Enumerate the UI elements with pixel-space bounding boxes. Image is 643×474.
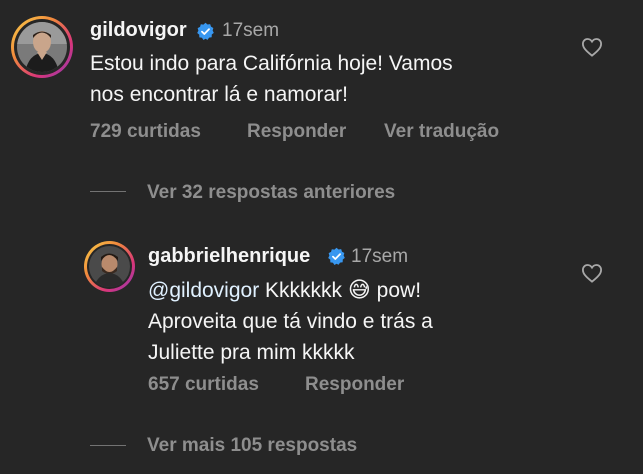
reply-text: @gildovigor Kkkkkkk 😅 pow! Aproveita que… [148, 274, 578, 368]
comment-likes-count[interactable]: 729 curtidas [90, 121, 201, 143]
heart-outline-icon[interactable] [581, 37, 603, 57]
replies-divider-line [90, 191, 126, 192]
reply-username[interactable]: gabbrielhenrique [148, 245, 310, 268]
comment-text: Estou indo para Califórnia hoje! Vamos n… [90, 48, 570, 110]
translate-button[interactable]: Ver tradução [384, 121, 499, 143]
verified-badge-icon [328, 247, 345, 265]
heart-outline-icon[interactable] [581, 263, 603, 283]
comment-text-line: nos encontrar lá e namorar! [90, 83, 348, 106]
reply-text-fragment: Kkkkkkk [259, 279, 348, 302]
comment-username[interactable]: gildovigor [90, 19, 187, 42]
reply-text-line: Juliette pra mim kkkkk [148, 341, 355, 364]
view-previous-replies-button[interactable]: Ver 32 respostas anteriores [147, 182, 395, 204]
reply-text-line: @gildovigor Kkkkkkk 😅 pow! [148, 274, 578, 306]
mention-link[interactable]: @gildovigor [148, 279, 259, 302]
reply-text-fragment: pow! [370, 279, 422, 302]
reply-text-line: Aproveita que tá vindo e trás a [148, 310, 433, 333]
comment-text-line: Estou indo para Califórnia hoje! Vamos [90, 52, 453, 75]
comment-reply-button[interactable]: Responder [247, 121, 346, 143]
reply-timestamp: 17sem [351, 246, 409, 267]
replies-divider-line [90, 445, 126, 446]
reply-likes-count[interactable]: 657 curtidas [148, 374, 259, 396]
avatar-photo [89, 246, 130, 287]
reply-reply-button[interactable]: Responder [305, 374, 404, 396]
avatar-photo [17, 22, 67, 72]
view-more-replies-button[interactable]: Ver mais 105 respostas [147, 435, 357, 457]
comment-timestamp: 17sem [222, 20, 280, 41]
sweat-smile-emoji: 😅 [347, 277, 371, 302]
verified-badge-icon [197, 22, 214, 40]
